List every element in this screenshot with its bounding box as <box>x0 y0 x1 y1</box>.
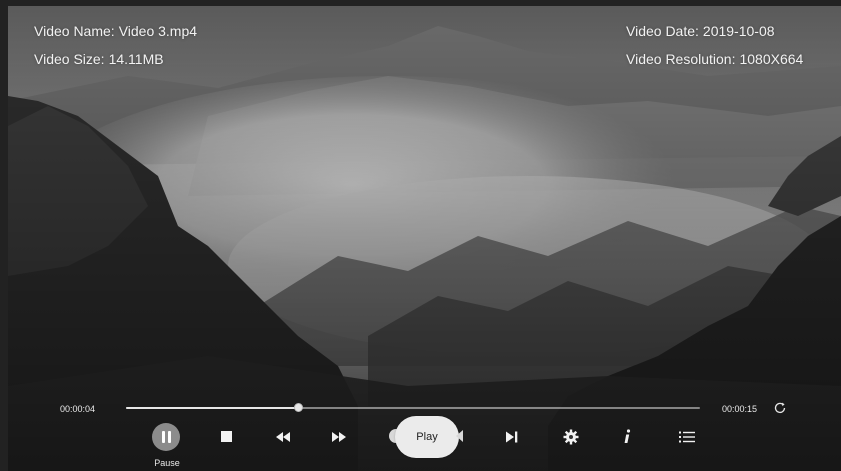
video-resolution-label: Video Resolution: <box>626 51 736 67</box>
video-player: Video Name: Video 3.mp4 Video Size: 14.11M… <box>0 0 841 471</box>
video-resolution-value: 1080X664 <box>739 51 804 67</box>
skip-next-button[interactable] <box>502 427 522 447</box>
video-name-info: Video Name: Video 3.mp4 <box>34 23 197 39</box>
seek-bar-fill <box>126 407 299 409</box>
rewind-button[interactable] <box>273 427 293 447</box>
video-name-value: Video 3.mp4 <box>118 23 198 39</box>
seek-bar[interactable] <box>126 403 700 412</box>
info-button[interactable] <box>617 427 637 447</box>
video-frame <box>8 6 841 471</box>
play-label: Play <box>416 431 438 443</box>
gear-icon <box>563 429 579 445</box>
seek-thumb[interactable] <box>293 403 303 412</box>
video-date-info: Video Date: 2019-10-08 <box>626 23 775 39</box>
rewind-icon <box>276 432 290 442</box>
total-time: 00:00:15 <box>722 404 758 414</box>
pause-label: Pause <box>154 458 180 468</box>
pause-icon <box>161 431 171 443</box>
settings-button[interactable] <box>561 427 581 447</box>
video-date-value: 2019-10-08 <box>702 23 775 39</box>
skip-next-icon <box>506 431 518 443</box>
pause-button[interactable] <box>152 423 180 451</box>
video-size-value: 14.11MB <box>108 51 164 67</box>
video-size-label: Video Size: <box>34 51 105 67</box>
stop-button[interactable] <box>217 427 237 447</box>
info-icon <box>624 429 631 443</box>
video-date-label: Video Date: <box>626 23 699 39</box>
stop-icon <box>221 431 232 442</box>
video-resolution-info: Video Resolution: 1080X664 <box>626 51 803 67</box>
list-icon <box>679 431 695 443</box>
playlist-button[interactable] <box>677 427 697 447</box>
fast-forward-button[interactable] <box>329 427 349 447</box>
play-button[interactable]: Play <box>395 416 459 458</box>
play-icon <box>455 429 464 443</box>
fast-forward-icon <box>332 432 346 442</box>
video-size-info: Video Size: 14.11MB <box>34 51 164 67</box>
current-time: 00:00:04 <box>60 404 96 414</box>
video-name-label: Video Name: <box>34 23 115 39</box>
loop-icon[interactable] <box>773 401 787 415</box>
